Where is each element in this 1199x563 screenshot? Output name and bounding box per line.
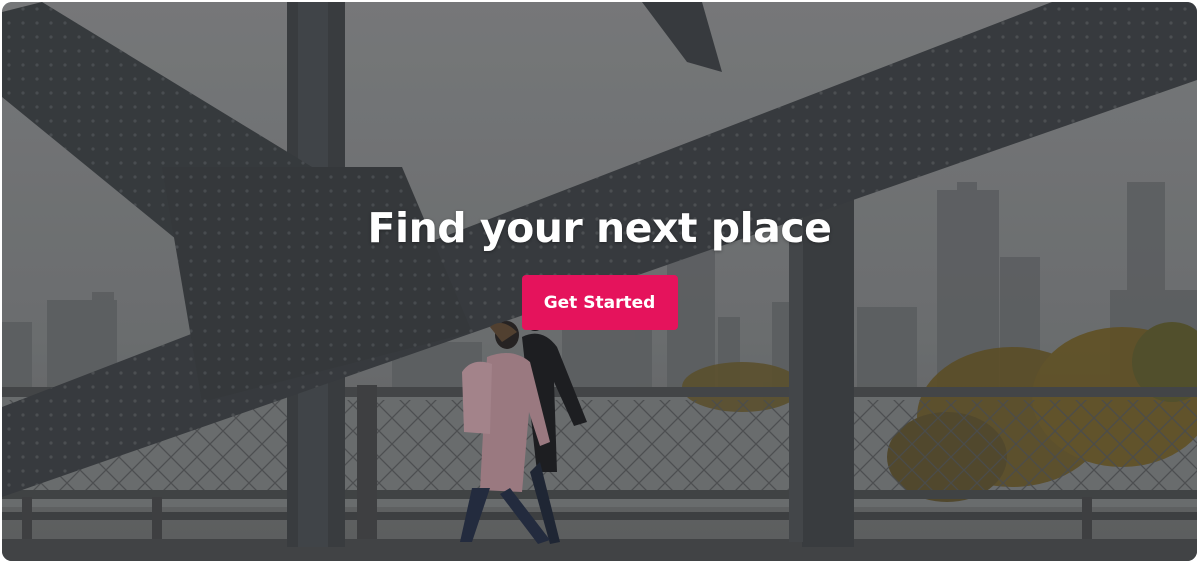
hero-banner: Find your next place Get Started bbox=[2, 2, 1197, 561]
get-started-button[interactable]: Get Started bbox=[521, 275, 678, 330]
hero-title: Find your next place bbox=[367, 204, 832, 252]
hero-content: Find your next place Get Started bbox=[2, 200, 1197, 330]
